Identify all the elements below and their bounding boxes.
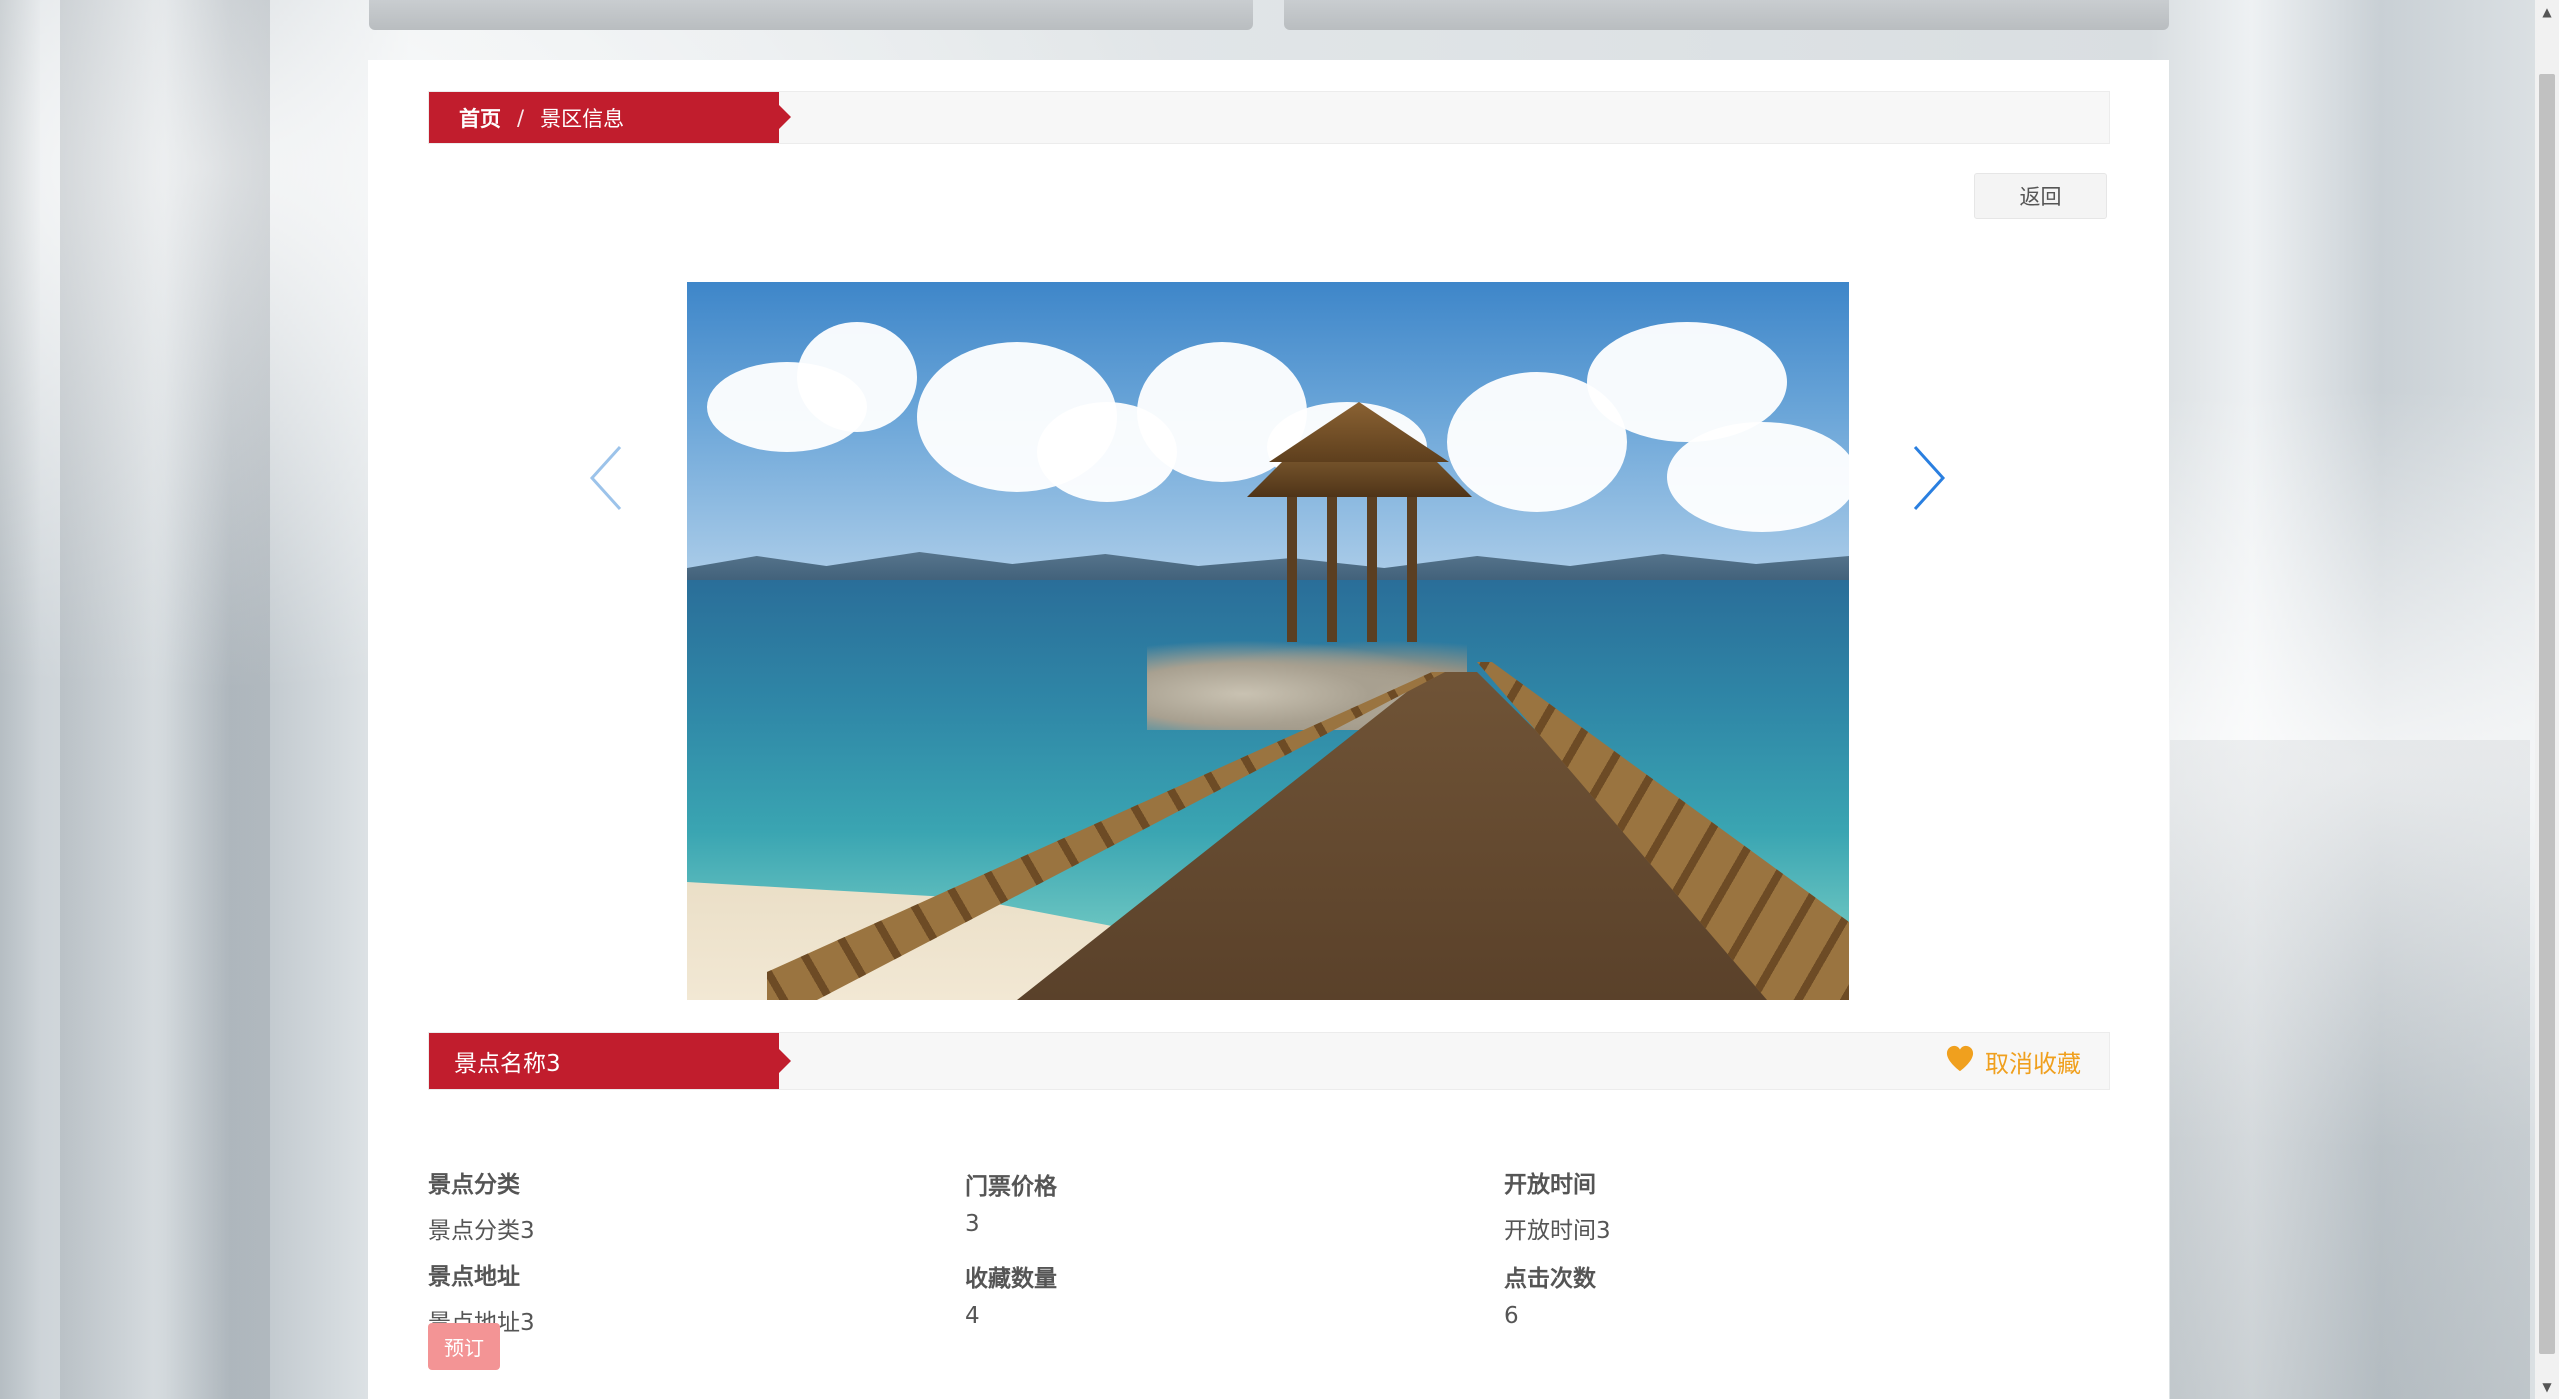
background-balustrade bbox=[2170, 740, 2530, 1399]
breadcrumb-tag: 首页 / 景区信息 bbox=[429, 92, 791, 143]
background-pillar bbox=[60, 0, 270, 1399]
scrollbar-thumb[interactable] bbox=[2539, 74, 2555, 1354]
top-banner-left bbox=[369, 0, 1253, 30]
attraction-photo bbox=[687, 282, 1849, 1000]
chevron-left-icon[interactable] bbox=[586, 443, 626, 513]
favorites-count-label: 收藏数量 bbox=[965, 1266, 1057, 1292]
content-card: 首页 / 景区信息 返回 景点名称3 取消收藏 景点分类 景点分类3 景点地址 … bbox=[368, 60, 2169, 1399]
unfavorite-button[interactable]: 取消收藏 bbox=[1945, 1033, 2081, 1089]
chevron-right-icon[interactable] bbox=[1909, 443, 1949, 513]
scroll-up-icon[interactable]: ▲ bbox=[2535, 0, 2559, 24]
breadcrumb-separator: / bbox=[517, 105, 525, 130]
open-time-label: 开放时间 bbox=[1504, 1172, 1596, 1198]
background-decoration-left-edge bbox=[0, 0, 40, 1399]
favorites-count-value: 4 bbox=[965, 1303, 980, 1329]
photo-pavilion-body bbox=[1287, 492, 1432, 642]
page-scrollbar[interactable]: ▲ ▼ bbox=[2535, 0, 2559, 1399]
heart-icon bbox=[1945, 1044, 1975, 1078]
breadcrumb-home-link[interactable]: 首页 bbox=[459, 103, 501, 133]
image-carousel[interactable] bbox=[687, 282, 1849, 1000]
unfavorite-label: 取消收藏 bbox=[1985, 1049, 2081, 1078]
open-time-value: 开放时间3 bbox=[1504, 1218, 1611, 1244]
top-banner-right bbox=[1284, 0, 2169, 30]
breadcrumb-current: 景区信息 bbox=[540, 106, 625, 131]
book-button[interactable]: 预订 bbox=[428, 1323, 500, 1370]
price-value: 3 bbox=[965, 1211, 980, 1237]
scroll-down-icon[interactable]: ▼ bbox=[2535, 1375, 2559, 1399]
breadcrumb: 首页 / 景区信息 bbox=[428, 91, 2110, 144]
photo-cloud bbox=[1667, 422, 1849, 532]
back-button[interactable]: 返回 bbox=[1974, 173, 2107, 219]
click-count-value: 6 bbox=[1504, 1303, 1519, 1329]
attraction-name: 景点名称3 bbox=[429, 1033, 791, 1089]
address-label: 景点地址 bbox=[428, 1264, 520, 1290]
attraction-title-bar: 景点名称3 取消收藏 bbox=[428, 1032, 2110, 1090]
price-label: 门票价格 bbox=[965, 1174, 1057, 1200]
category-value: 景点分类3 bbox=[428, 1218, 535, 1244]
click-count-label: 点击次数 bbox=[1504, 1266, 1596, 1292]
category-label: 景点分类 bbox=[428, 1172, 520, 1198]
photo-cloud bbox=[797, 322, 917, 432]
